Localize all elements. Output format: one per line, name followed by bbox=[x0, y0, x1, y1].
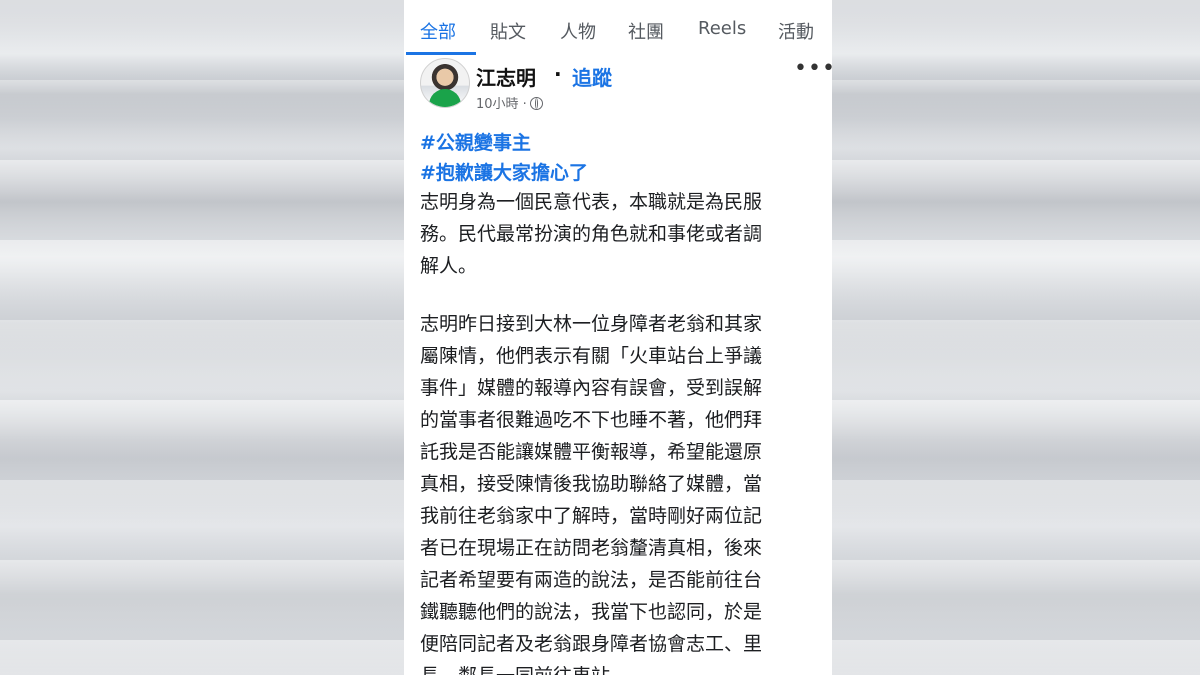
facebook-post-screen: 全部 貼文 人物 社團 Reels 活動 江志明 · 追蹤 10小時 · •••… bbox=[404, 0, 832, 675]
blurred-background-left bbox=[0, 0, 404, 675]
post-text-line: 託我是否能讓媒體平衡報導，希望能還原 bbox=[420, 441, 763, 463]
post-text-line: 志明昨日接到大林一位身障者老翁和其家 bbox=[420, 313, 763, 335]
post-text-line: 記者希望要有兩造的說法，是否能前往台 bbox=[420, 569, 763, 591]
more-options-icon[interactable]: ••• bbox=[794, 56, 832, 81]
name-separator: · bbox=[554, 62, 562, 86]
follow-button[interactable]: 追蹤 bbox=[572, 62, 612, 91]
blurred-background-right bbox=[832, 0, 1200, 675]
post-text-line: 真相，接受陳情後我協助聯絡了媒體，當 bbox=[420, 473, 763, 495]
post-text-line: 事件」媒體的報導內容有誤會，受到誤解 bbox=[420, 377, 763, 399]
post-text-line: 鐵聽聽他們的說法，我當下也認同，於是 bbox=[420, 601, 763, 623]
search-filter-tabs: 全部 貼文 人物 社團 Reels 活動 bbox=[404, 0, 832, 56]
post-text-line: 的當事者很難過吃不下也睡不著，他們拜 bbox=[420, 409, 763, 431]
post-text-line: 屬陳情，他們表示有關「火車站台上爭議 bbox=[420, 345, 763, 367]
post-author-name[interactable]: 江志明 bbox=[476, 62, 536, 91]
tab-all[interactable]: 全部 bbox=[420, 18, 456, 44]
tab-people[interactable]: 人物 bbox=[560, 18, 596, 44]
avatar[interactable] bbox=[420, 58, 470, 108]
tab-events[interactable]: 活動 bbox=[778, 18, 814, 44]
tab-reels[interactable]: Reels bbox=[698, 18, 746, 39]
post-paragraph: 志明身為一個民意代表，本職就是為民服 務。民代最常扮演的角色就和事佬或者調 解人… bbox=[420, 186, 820, 282]
hashtag-link[interactable]: #公親變事主 bbox=[420, 128, 531, 155]
post-text-line: 志明身為一個民意代表，本職就是為民服 bbox=[420, 191, 763, 213]
post-text-line: 我前往老翁家中了解時，當時剛好兩位記 bbox=[420, 505, 763, 527]
hashtag-link[interactable]: #抱歉讓大家擔心了 bbox=[420, 158, 588, 185]
tab-groups[interactable]: 社團 bbox=[628, 18, 664, 44]
active-tab-indicator bbox=[406, 52, 476, 55]
post-text-line: 者已在現場正在訪問老翁釐清真相，後來 bbox=[420, 537, 763, 559]
post-text-line: 長、鄰長一同前往車站。 bbox=[420, 660, 820, 675]
tab-posts[interactable]: 貼文 bbox=[490, 18, 526, 44]
post-text-line: 便陪同記者及老翁跟身障者協會志工、里 bbox=[420, 633, 763, 655]
post-timestamp[interactable]: 10小時 · bbox=[476, 93, 543, 112]
post-paragraph: 志明昨日接到大林一位身障者老翁和其家 屬陳情，他們表示有關「火車站台上爭議 事件… bbox=[420, 308, 820, 675]
globe-icon bbox=[529, 97, 543, 110]
post-text-line: 務。民代最常扮演的角色就和事佬或者調 bbox=[420, 223, 763, 245]
post-text-line: 解人。 bbox=[420, 255, 478, 277]
